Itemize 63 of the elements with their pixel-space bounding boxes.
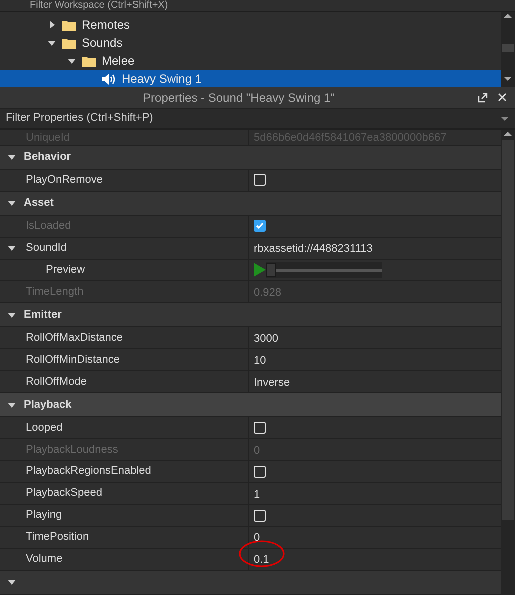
group-header[interactable]: Playback [0, 393, 501, 418]
property-name: Preview [46, 262, 86, 278]
speaker-icon [102, 74, 116, 84]
property-value[interactable]: 0.1 [254, 554, 270, 566]
panel-title: Properties - Sound "Heavy Swing 1" [142, 90, 336, 106]
property-name: TimeLength [26, 284, 84, 300]
tree-item-label: Sounds [82, 35, 123, 52]
property-name: RollOffMinDistance [26, 352, 120, 368]
group-title: Asset [24, 196, 54, 211]
group-header[interactable]: Asset [0, 192, 501, 216]
tree-item-label: Remotes [82, 17, 130, 34]
property-value[interactable]: Inverse [254, 376, 290, 389]
property-name: IsLoaded [26, 218, 72, 234]
tree-item[interactable]: Heavy Swing 1 [0, 70, 501, 88]
collapsed-arrow-icon[interactable] [48, 21, 56, 29]
folder-icon [62, 20, 76, 30]
expanded-arrow-icon[interactable] [8, 244, 16, 252]
group-header[interactable]: Behavior [0, 146, 501, 170]
property-name: Playing [26, 508, 62, 524]
close-icon[interactable] [498, 93, 507, 102]
group-header[interactable]: Emitter [0, 303, 501, 328]
checkbox[interactable] [254, 422, 266, 434]
expanded-arrow-icon[interactable] [48, 39, 56, 47]
property-name: RollOffMaxDistance [26, 330, 123, 346]
expanded-arrow-icon[interactable] [8, 310, 16, 319]
property-name: Volume [26, 552, 63, 568]
tree-item[interactable]: Remotes [0, 16, 501, 34]
property-value[interactable]: rbxassetid://4488231113 [254, 243, 373, 256]
folder-icon [62, 38, 76, 48]
checkbox[interactable] [254, 174, 266, 186]
property-name: PlaybackSpeed [26, 486, 102, 502]
expanded-arrow-icon[interactable] [8, 400, 16, 409]
scrollbar[interactable] [501, 130, 515, 595]
expanded-arrow-icon[interactable] [8, 578, 16, 586]
group-title: Emitter [24, 308, 62, 323]
expanded-arrow-icon[interactable] [8, 199, 16, 208]
checkbox[interactable] [254, 510, 266, 522]
expanded-arrow-icon[interactable] [68, 57, 76, 65]
tree-item-label: Heavy Swing 1 [122, 71, 202, 88]
preview-slider[interactable] [266, 262, 382, 278]
expanded-arrow-icon[interactable] [8, 153, 16, 162]
property-name: PlaybackLoudness [26, 442, 118, 458]
property-name: Looped [26, 420, 63, 436]
property-value[interactable]: 3000 [254, 332, 278, 345]
property-name: PlaybackRegionsEnabled [26, 464, 152, 480]
folder-icon [82, 56, 96, 66]
property-name: PlayOnRemove [26, 173, 104, 188]
property-value[interactable]: 10 [254, 354, 266, 367]
checkbox[interactable] [254, 466, 266, 478]
property-name: RollOffMode [26, 374, 87, 390]
tree-item[interactable]: Sounds [0, 34, 501, 52]
property-name: TimePosition [26, 530, 90, 546]
scrollbar[interactable] [501, 12, 515, 83]
workspace-filter-field[interactable]: Filter Workspace (Ctrl+Shift+X) [30, 0, 168, 10]
property-name: SoundId [26, 240, 67, 256]
property-value[interactable]: 1 [254, 488, 260, 501]
tree-item[interactable]: Melee [0, 52, 501, 70]
property-filter-field[interactable]: Filter Properties (Ctrl+Shift+P) [0, 109, 515, 130]
undock-icon[interactable] [478, 92, 488, 102]
slider-thumb[interactable] [266, 263, 276, 277]
group-title: Behavior [24, 150, 72, 166]
tree-item-label: Melee [102, 53, 135, 70]
group-title: Playback [24, 398, 72, 413]
